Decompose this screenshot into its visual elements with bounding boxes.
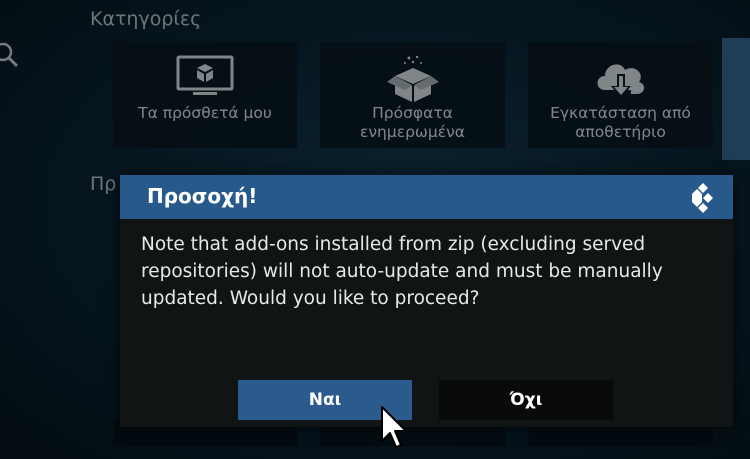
dialog-message: Note that add-ons installed from zip (ex…: [141, 234, 663, 309]
warning-dialog: Προσοχή! Note that add-ons installed fro…: [120, 175, 733, 427]
dialog-title: Προσοχή!: [147, 184, 258, 208]
kodi-logo-icon: [692, 183, 713, 213]
no-button[interactable]: Όχι: [439, 380, 613, 420]
dialog-header: Προσοχή!: [120, 175, 733, 219]
mouse-cursor-icon: [381, 406, 407, 448]
